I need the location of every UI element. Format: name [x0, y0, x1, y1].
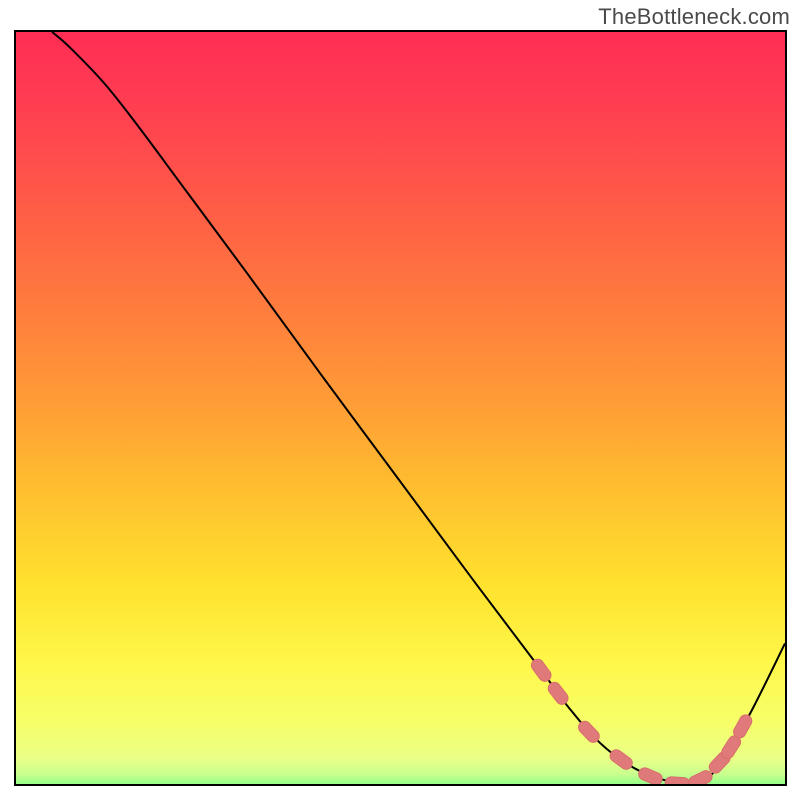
valley-marker — [608, 747, 635, 771]
valley-marker — [529, 657, 553, 684]
valley-marker — [687, 769, 715, 786]
valley-marker — [637, 766, 664, 786]
valley-marker — [546, 680, 571, 707]
watermark-text: TheBottleneck.com — [598, 4, 790, 30]
valley-marker — [665, 776, 690, 786]
plot-area — [14, 30, 787, 786]
valley-markers — [16, 32, 785, 786]
valley-marker — [576, 719, 602, 745]
valley-marker — [731, 713, 754, 740]
